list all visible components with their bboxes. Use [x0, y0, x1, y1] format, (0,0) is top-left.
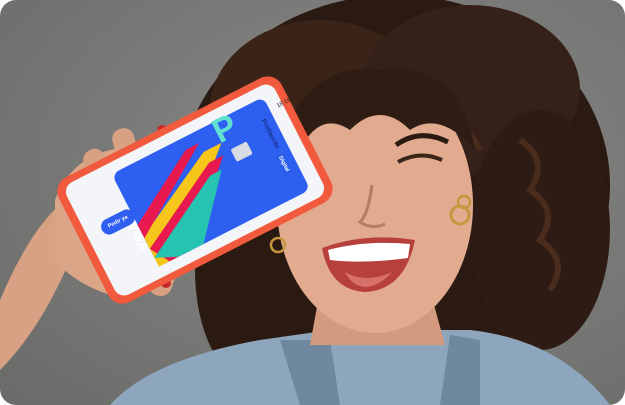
scene-illustration: P [0, 0, 610, 405]
photo: P 18:16 Prellaordo Digital Pedir ya VISA [0, 0, 625, 405]
